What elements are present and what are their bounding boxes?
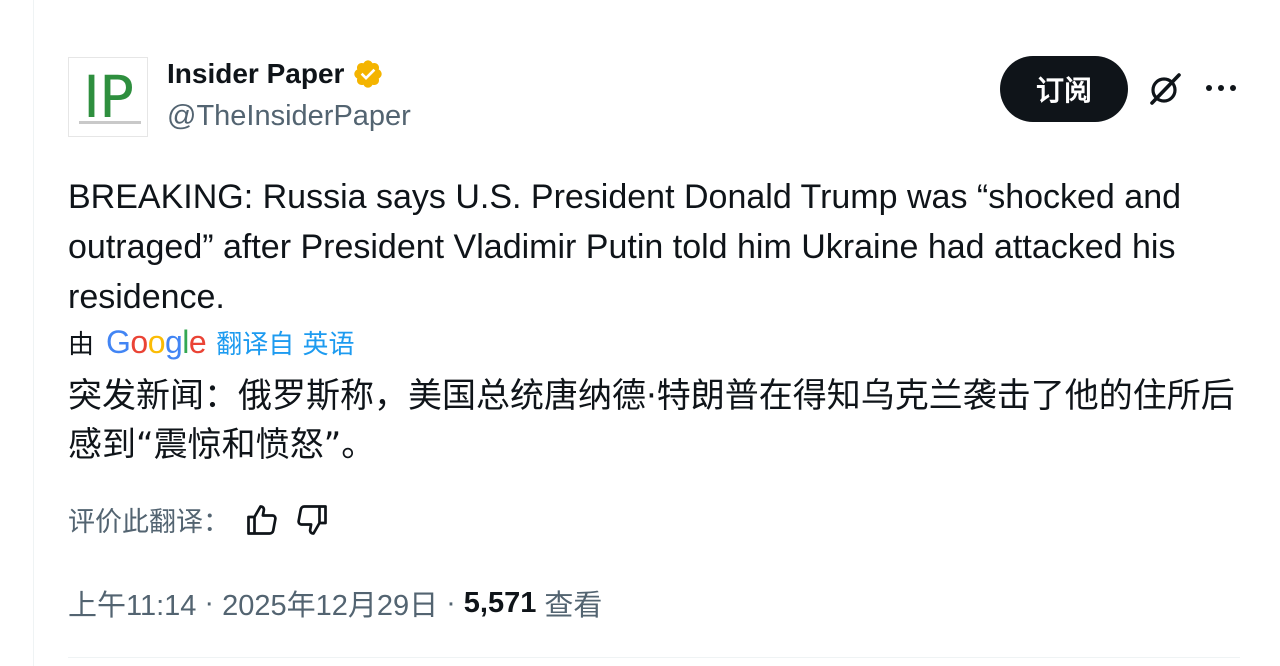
tweet-meta: 上午11:14 · 2025年12月29日 · 5,571 查看 xyxy=(68,582,602,624)
translated-text: 突发新闻：俄罗斯称，美国总统唐纳德·特朗普在得知乌克兰袭击了他的住所后感到“震惊… xyxy=(68,376,1235,465)
author-display-name[interactable]: Insider Paper xyxy=(167,58,344,90)
tweet-text: BREAKING: Russia says U.S. President Don… xyxy=(68,178,1182,316)
avatar-logo-underline xyxy=(79,121,141,124)
timeline-border xyxy=(33,0,34,666)
divider xyxy=(68,657,1240,658)
google-logo: Google xyxy=(106,324,207,360)
tweet-date[interactable]: 2025年12月29日 xyxy=(222,582,438,624)
translated-from-link[interactable]: 翻译自 英语 xyxy=(216,324,354,361)
views-label: 查看 xyxy=(544,588,603,622)
author-handle[interactable]: @TheInsiderPaper xyxy=(167,100,411,133)
thumbs-up-icon[interactable] xyxy=(244,502,280,538)
meta-separator: · xyxy=(446,586,456,619)
translation-attribution: 由 Google 翻译自 英语 xyxy=(68,324,354,361)
meta-separator: · xyxy=(204,586,215,619)
verified-badge-icon[interactable] xyxy=(352,58,384,90)
thumbs-down-icon[interactable] xyxy=(294,502,330,538)
avatar-logo: IP xyxy=(82,63,134,131)
author-name-row: Insider Paper xyxy=(167,58,384,90)
rate-translation-label: 评价此翻译： xyxy=(68,507,230,538)
translation-by-label: 由 xyxy=(68,330,95,360)
grok-icon[interactable] xyxy=(1146,70,1184,108)
rate-translation-row: 评价此翻译： xyxy=(68,500,330,539)
subscribe-button[interactable]: 订阅 xyxy=(1000,56,1128,122)
avatar[interactable]: IP xyxy=(68,57,148,137)
views-count: 5,571 xyxy=(463,586,537,619)
more-icon[interactable] xyxy=(1203,76,1239,100)
tweet-time[interactable]: 上午11:14 xyxy=(68,582,196,624)
